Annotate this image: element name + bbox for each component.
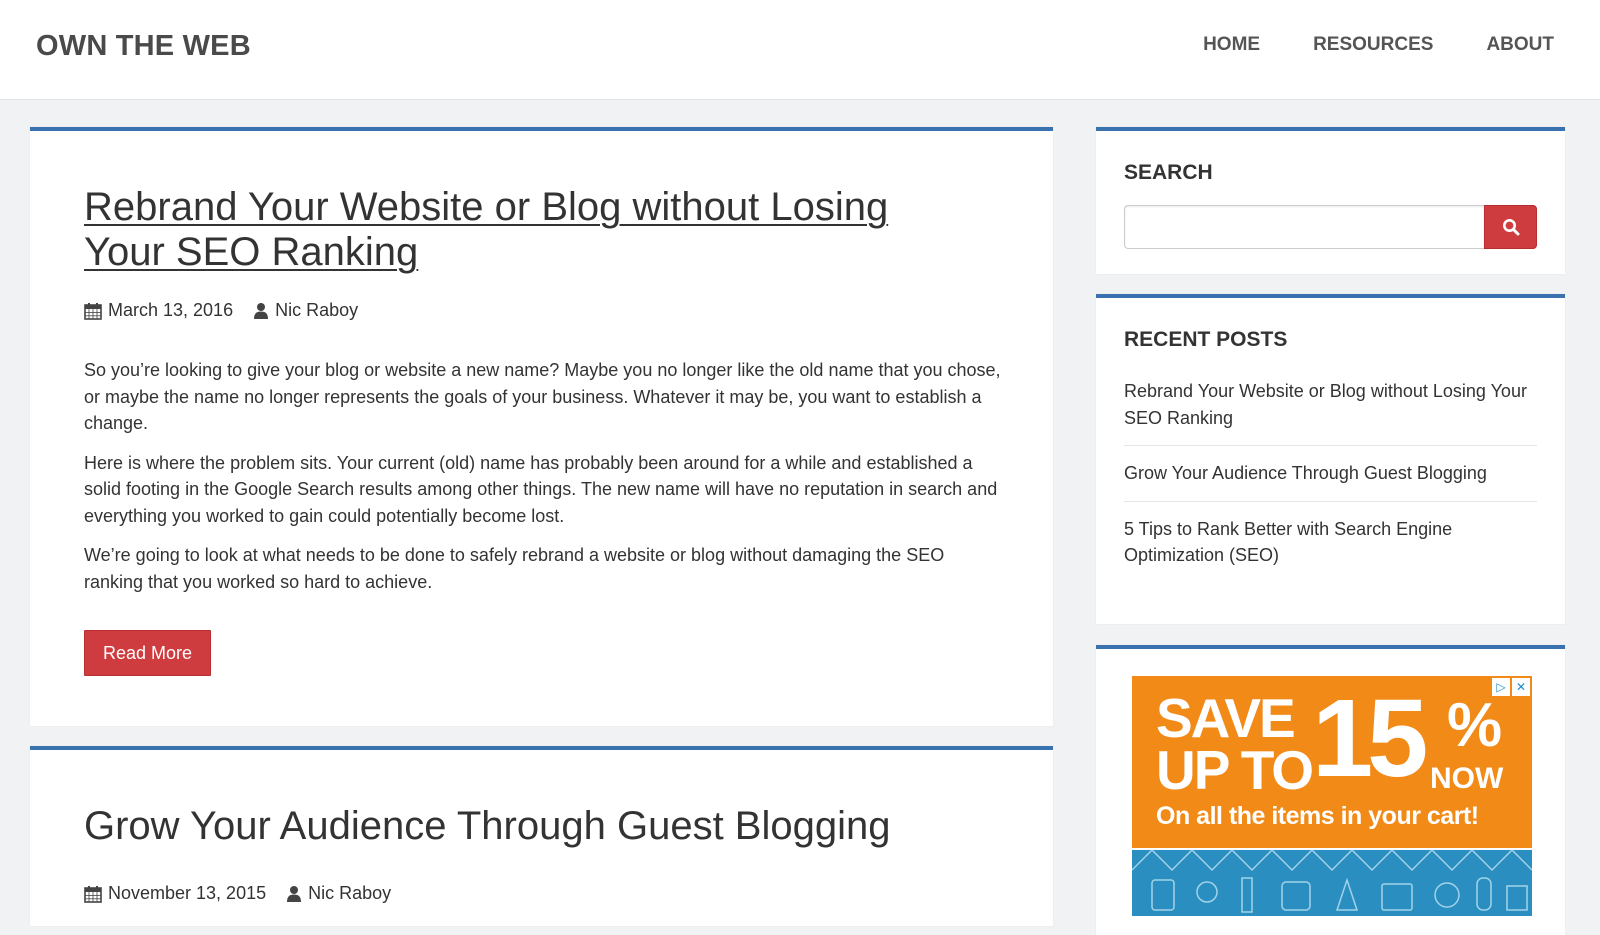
search-icon: [1502, 219, 1519, 236]
recent-post-link[interactable]: Grow Your Audience Through Guest Bloggin…: [1124, 460, 1537, 502]
ad-headline: SAVE UP TO: [1156, 687, 1314, 801]
site-header: OWN THE WEB HOME RESOURCES ABOUT: [0, 0, 1600, 100]
ad-save-text: SAVE: [1156, 687, 1296, 749]
recent-posts-list: Rebrand Your Website or Blog without Los…: [1124, 378, 1537, 597]
ad-banner[interactable]: ▷ ✕ SAVE UP TO 15 % NOW On all the items…: [1132, 676, 1532, 916]
post-author: Nic Raboy: [253, 300, 358, 321]
calendar-icon: [84, 885, 102, 903]
nav-resources-link[interactable]: RESOURCES: [1313, 34, 1433, 56]
close-icon[interactable]: ✕: [1512, 678, 1530, 696]
ad-items-graphic: [1132, 848, 1532, 913]
post-meta: November 13, 2015 Nic Raboy: [84, 883, 411, 904]
main-nav: HOME RESOURCES ABOUT: [1203, 34, 1554, 56]
site-brand[interactable]: OWN THE WEB: [36, 30, 251, 63]
widget-title: SEARCH: [1124, 161, 1213, 184]
widget-title: RECENT POSTS: [1124, 328, 1288, 351]
read-more-button[interactable]: Read More: [84, 630, 211, 676]
post-excerpt: So you’re looking to give your blog or w…: [84, 357, 1004, 608]
excerpt-paragraph: Here is where the problem sits. Your cur…: [84, 452, 998, 526]
ad-upto-text: UP TO: [1156, 739, 1314, 801]
ad-pattern-graphic: [1132, 848, 1532, 916]
recent-post-link[interactable]: 5 Tips to Rank Better with Search Engine…: [1124, 516, 1537, 583]
user-icon: [287, 886, 302, 902]
search-button[interactable]: [1484, 205, 1537, 249]
post-card: Rebrand Your Website or Blog without Los…: [30, 127, 1053, 726]
recent-post-link[interactable]: Rebrand Your Website or Blog without Los…: [1124, 378, 1537, 446]
ad-widget: ▷ ✕ SAVE UP TO 15 % NOW On all the items…: [1096, 645, 1565, 935]
calendar-icon: [84, 302, 102, 320]
post-date: November 13, 2015: [84, 883, 266, 904]
ad-percent-sign: %: [1447, 691, 1503, 760]
search-widget: SEARCH: [1096, 127, 1565, 274]
post-card: Grow Your Audience Through Guest Bloggin…: [30, 746, 1053, 926]
ad-percent: 15: [1312, 677, 1428, 800]
post-date: March 13, 2016: [84, 300, 233, 321]
post-author-text[interactable]: Nic Raboy: [308, 883, 391, 904]
post-title-link[interactable]: Grow Your Audience Through Guest Bloggin…: [84, 804, 933, 849]
recent-posts-widget: RECENT POSTS Rebrand Your Website or Blo…: [1096, 294, 1565, 624]
post-date-text: March 13, 2016: [108, 300, 234, 320]
nav-about-link[interactable]: ABOUT: [1486, 34, 1554, 56]
excerpt-paragraph: We’re going to look at what needs to be …: [84, 545, 945, 592]
user-icon: [254, 303, 269, 319]
ad-subtitle: On all the items in your cart!: [1156, 802, 1479, 830]
post-date-text: November 13, 2015: [108, 883, 267, 903]
post-title-link[interactable]: Rebrand Your Website or Blog without Los…: [84, 185, 933, 275]
excerpt-paragraph: So you’re looking to give your blog or w…: [84, 360, 1001, 433]
post-author-text[interactable]: Nic Raboy: [275, 300, 358, 321]
post-meta: March 13, 2016 Nic Raboy: [84, 300, 378, 321]
search-input[interactable]: [1124, 205, 1484, 249]
post-author: Nic Raboy: [286, 883, 391, 904]
ad-now-text: NOW: [1430, 762, 1504, 795]
nav-home-link[interactable]: HOME: [1203, 34, 1260, 56]
